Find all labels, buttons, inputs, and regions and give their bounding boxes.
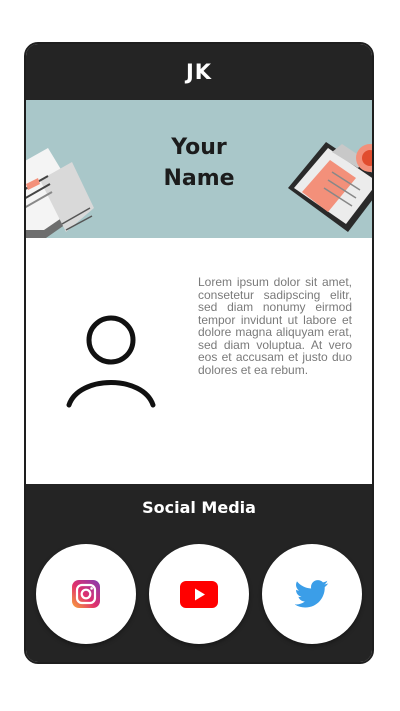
user-icon xyxy=(66,315,156,408)
name-title-line2: Name xyxy=(163,166,235,191)
profile-card: JK Your Name Lorem ipsum dolor sit amet,… xyxy=(24,42,374,664)
instagram-icon xyxy=(72,580,100,608)
name-banner: Your Name xyxy=(26,100,372,238)
bio-text: Lorem ipsum dolor sit amet, consetetur s… xyxy=(198,275,352,377)
name-title: Your Name xyxy=(26,132,372,194)
initials-logo: JK xyxy=(185,60,213,84)
social-section: Social Media xyxy=(26,484,372,662)
instagram-button[interactable] xyxy=(36,544,136,644)
profile-section: Lorem ipsum dolor sit amet, consetetur s… xyxy=(26,238,372,484)
youtube-icon xyxy=(180,580,218,608)
twitter-icon xyxy=(295,580,329,608)
twitter-button[interactable] xyxy=(262,544,362,644)
card-header: JK xyxy=(26,44,372,100)
social-title: Social Media xyxy=(142,498,256,517)
youtube-button[interactable] xyxy=(149,544,249,644)
name-title-line1: Your xyxy=(171,135,227,160)
